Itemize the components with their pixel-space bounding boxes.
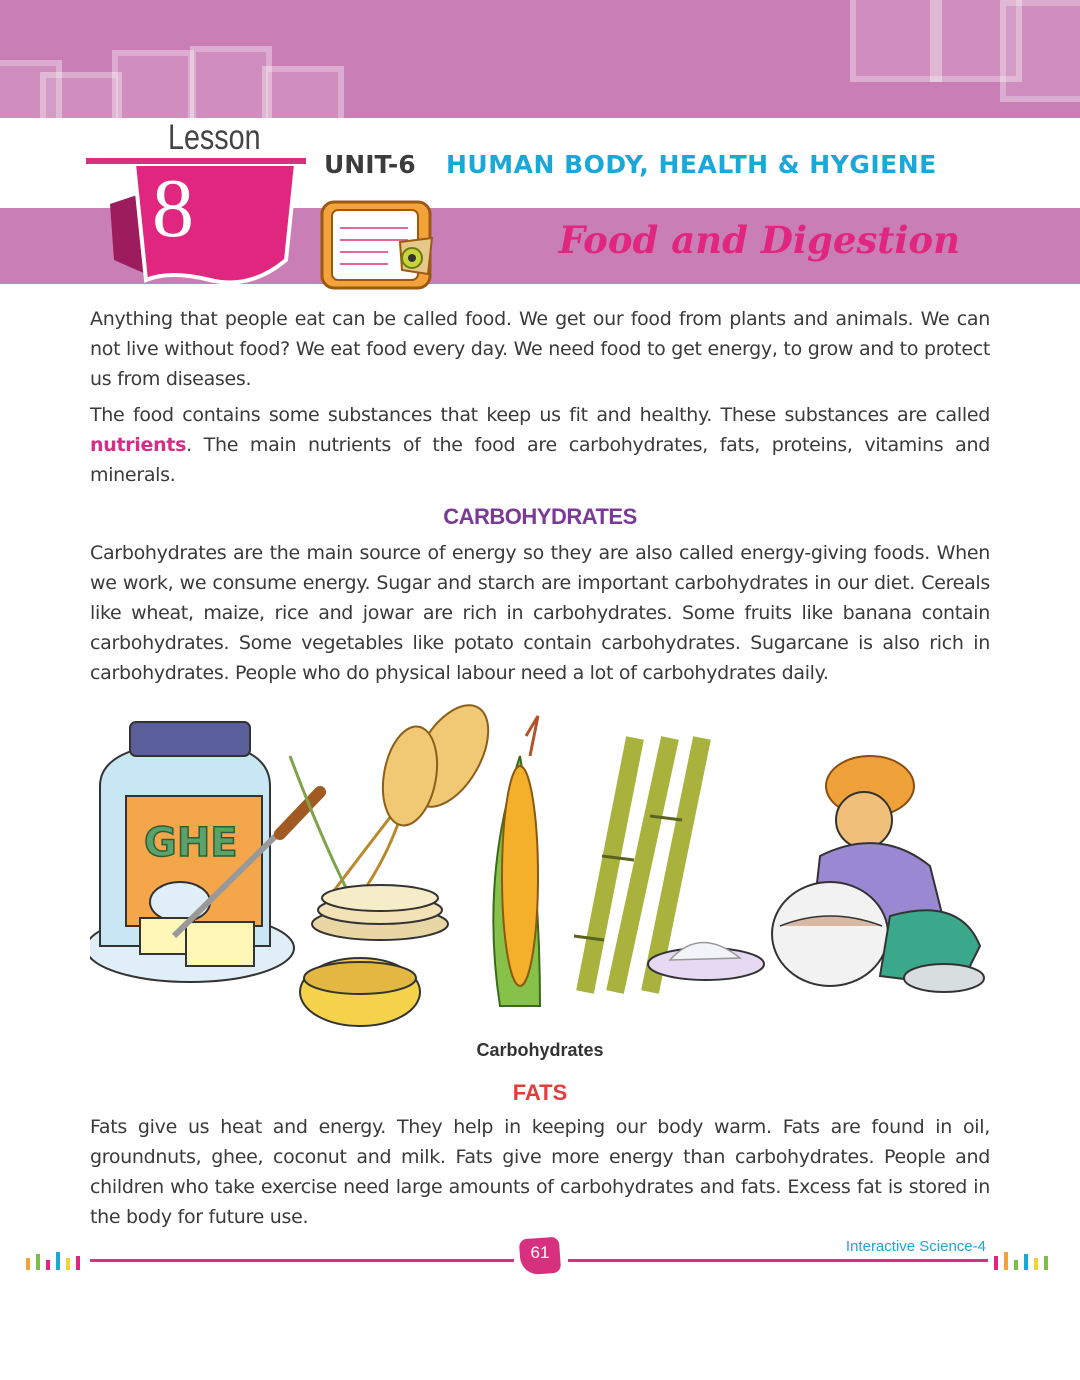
intro-p2-text: The food contains some substances that k…: [90, 404, 990, 426]
man-churning-icon: [771, 755, 985, 993]
page-number: 61: [530, 1243, 550, 1262]
unit-title: HUMAN BODY, HEALTH & HYGIENE: [446, 150, 937, 179]
nutrients-highlight: nutrients: [90, 434, 187, 456]
header-band: [0, 0, 1080, 118]
carbohydrates-illustration: GHE: [90, 704, 985, 1027]
carbohydrates-heading: CARBOHYDRATES: [443, 504, 637, 529]
decor-square: [850, 0, 942, 82]
corn-icon: [492, 715, 542, 1007]
lesson-number: 8: [152, 162, 194, 255]
unit-label: UNIT-6: [324, 150, 416, 179]
rice-bowl-icon: [299, 957, 421, 1027]
jar-label: GHE: [144, 820, 238, 866]
carbohydrates-paragraph: Carbohydrates are the main source of ene…: [90, 542, 990, 684]
intro-paragraph-2: The food contains some substances that k…: [90, 400, 990, 490]
decor-square: [1000, 0, 1080, 102]
decor-square: [190, 46, 272, 118]
intro-paragraph-1: Anything that people eat can be called f…: [90, 308, 990, 390]
decor-square: [262, 66, 344, 118]
series-title: Interactive Science-4: [845, 1238, 986, 1255]
footer-rule-left: [90, 1259, 514, 1262]
ghee-jar-icon: GHE: [90, 721, 326, 983]
notebook-icon: [320, 200, 434, 290]
fats-paragraph: Fats give us heat and energy. They help …: [90, 1116, 990, 1228]
lesson-title: Food and Digestion: [558, 218, 960, 262]
illustration-caption: Carbohydrates: [476, 1040, 604, 1060]
roti-stack-icon: [311, 884, 449, 941]
decor-square: [112, 50, 194, 118]
main-content: Anything that people eat can be called f…: [90, 304, 990, 694]
intro-p2-text-end: . The main nutrients of the food are car…: [90, 434, 990, 486]
decor-square: [40, 72, 122, 118]
footer-decor-left: [26, 1252, 80, 1270]
lesson-word: Lesson: [168, 118, 261, 157]
fats-heading: FATS: [512, 1080, 568, 1105]
footer-rule-right: [568, 1259, 988, 1262]
footer-decor-right: [994, 1252, 1048, 1270]
